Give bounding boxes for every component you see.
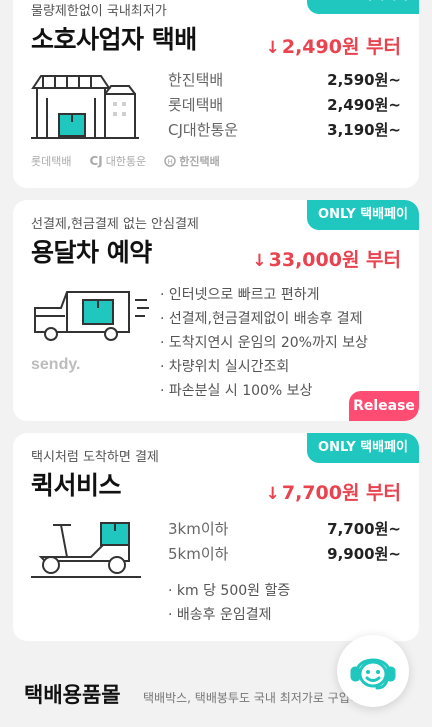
cj-name: 대한통운 — [105, 155, 147, 168]
svg-text:H: H — [168, 158, 173, 166]
truck-illustration-icon — [34, 291, 149, 341]
partner-logos: 롯데택배 CJ 대한통운 H 한진택배 — [31, 153, 220, 169]
card-price: ↓ 2,490원 부터 — [266, 32, 401, 59]
carrier-price-list: 한진택배 2,590원~ 롯데택배 2,490원~ CJ대한통운 3,190원~ — [168, 68, 401, 143]
card-title: 소호사업자 택배 — [31, 25, 197, 54]
distance-label: 5km이하 — [168, 545, 229, 563]
store-illustration-icon — [31, 75, 139, 139]
list-item: 5km이하 9,900원~ — [168, 542, 401, 567]
down-arrow-icon: ↓ — [265, 484, 280, 504]
card-title: 퀵서비스 — [31, 471, 122, 500]
release-badge: Release — [349, 391, 419, 421]
card-subtitle: 선결제,현금결제 없는 안심결제 — [31, 217, 199, 232]
card-price: ↓ 33,000원 부터 — [252, 245, 401, 272]
feature-list: · km 당 500원 할증 · 배송후 운임결제 — [168, 579, 290, 627]
list-item: 롯데택배 2,490원~ — [168, 93, 401, 118]
cj-mark: CJ — [89, 154, 103, 168]
carrier-name: CJ대한통운 — [168, 121, 239, 139]
down-arrow-icon: ↓ — [252, 251, 267, 271]
carrier-name: 롯데택배 — [168, 96, 224, 114]
down-arrow-icon: ↓ — [265, 38, 280, 58]
parcel-service-card[interactable]: ONLY 택배페이 물량제한없이 국내최저가 소호사업자 택배 ↓2,490원 … — [13, 0, 419, 188]
only-taebaepay-badge: ONLY 택배페이 — [307, 200, 419, 230]
price-text: 7,700원 부터 — [281, 482, 401, 504]
distance-price: 9,900원~ — [327, 545, 401, 563]
hanjin-name: 한진택배 — [179, 155, 220, 168]
only-taebaepay-badge: ONLY 택배페이 — [307, 0, 419, 14]
list-item: · km 당 500원 할증 — [168, 583, 291, 599]
card-subtitle: 택시처럼 도착하면 결제 — [31, 450, 159, 465]
list-item: · 선결제,현금결제없이 배송후 결제 — [160, 311, 363, 327]
price-text: 2,490원 부터 — [281, 36, 401, 58]
chatbot-face-icon — [350, 658, 396, 690]
quick-service-card[interactable]: ONLY 택배페이 택시처럼 도착하면 결제 퀵서비스 ↓ 7,700원 부터 3… — [13, 433, 419, 641]
carrier-price: 3,190원~ — [327, 121, 401, 139]
carrier-name: 한진택배 — [168, 71, 224, 89]
feature-list: · 인터넷으로 빠르고 편하게 · 선결제,현금결제없이 배송후 결제 · 도착… — [160, 283, 368, 403]
list-item: · 인터넷으로 빠르고 편하게 — [160, 287, 320, 303]
truck-booking-card[interactable]: ONLY 택배페이 선결제,현금결제 없는 안심결제 용달차 예약 ↓ 33,00… — [13, 200, 419, 421]
list-item: · 배송후 운임결제 — [168, 607, 272, 623]
carrier-price: 2,490원~ — [327, 96, 401, 114]
shop-section-title[interactable]: 택배용품몰 — [24, 679, 121, 709]
cj-logo: CJ 대한통운 — [89, 153, 146, 169]
carrier-price: 2,590원~ — [327, 71, 401, 89]
price-text: 33,000원 부터 — [268, 249, 401, 271]
distance-price-list: 3km이하 7,700원~ 5km이하 9,900원~ — [168, 517, 401, 567]
distance-price: 7,700원~ — [327, 520, 401, 538]
list-item: · 파손분실 시 100% 보상 — [160, 383, 313, 399]
card-title: 용달차 예약 — [31, 238, 152, 267]
card-subtitle: 물량제한없이 국내최저가 — [31, 4, 167, 19]
distance-label: 3km이하 — [168, 520, 229, 538]
sendy-logo: sendy. — [31, 356, 81, 373]
card-price: ↓ 7,700원 부터 — [266, 478, 401, 505]
list-item: CJ대한통운 3,190원~ — [168, 118, 401, 143]
scooter-illustration-icon — [31, 522, 141, 578]
list-item: 한진택배 2,590원~ — [168, 68, 401, 93]
lotte-logo: 롯데택배 — [31, 155, 72, 168]
only-taebaepay-badge: ONLY 택배페이 — [307, 433, 419, 463]
chatbot-button[interactable] — [337, 635, 409, 707]
list-item: 3km이하 7,700원~ — [168, 517, 401, 542]
list-item: · 도착지연시 운임의 20%까지 보상 — [160, 335, 368, 351]
list-item: · 차량위치 실시간조회 — [160, 359, 290, 375]
hanjin-circle-icon: H — [164, 155, 176, 167]
hanjin-logo: H 한진택배 — [164, 153, 220, 169]
